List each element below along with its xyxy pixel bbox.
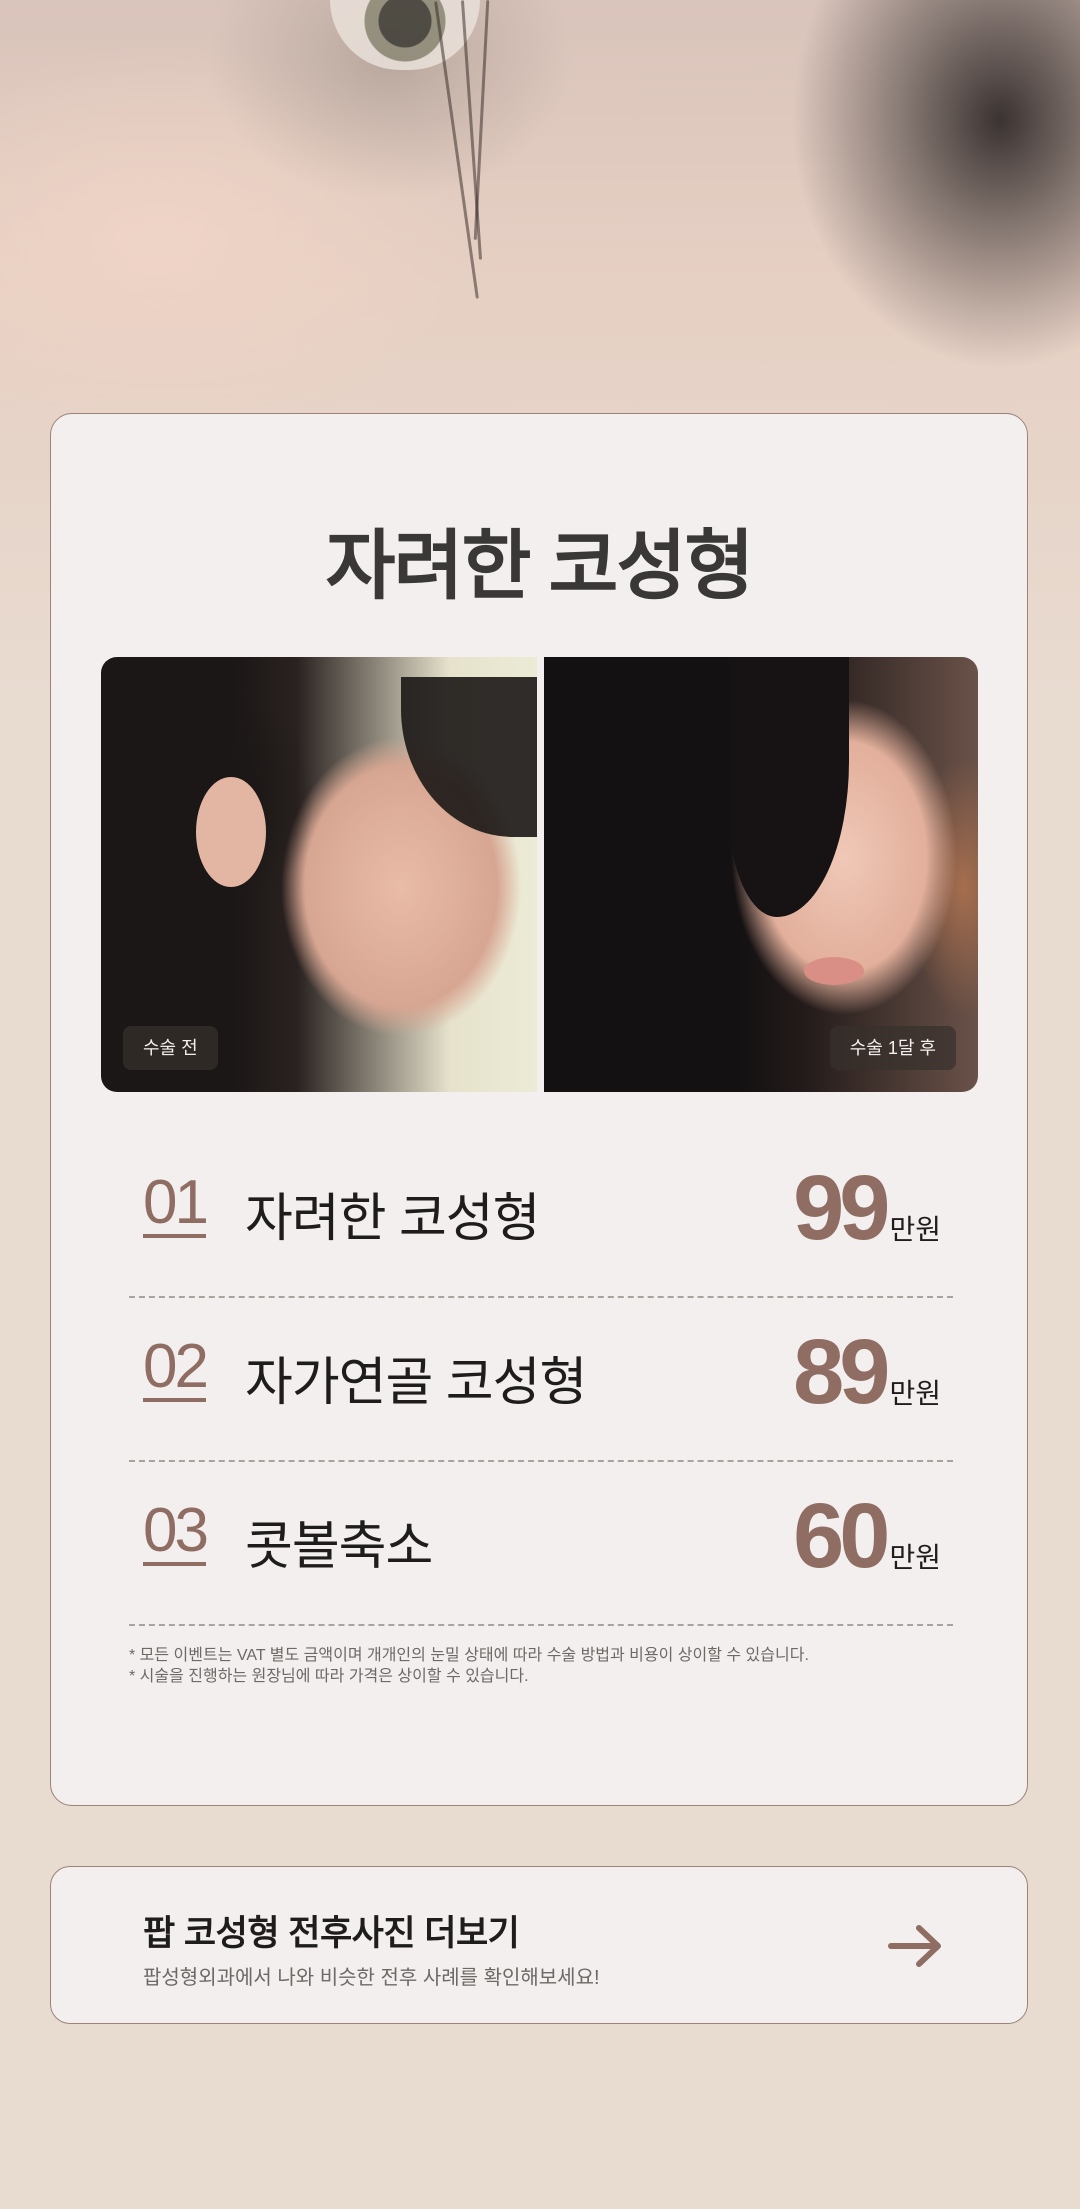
item-name: 자려한 코성형 <box>245 1190 540 1248</box>
disclaimer-notes: * 모든 이벤트는 VAT 별도 금액이며 개개인의 눈밀 상태에 따라 수술 … <box>129 1645 809 1687</box>
more-subtitle: 팝성형외과에서 나와 비슷한 전후 사례를 확인해보세요! <box>143 1967 600 1989</box>
item-price: 60 만원 <box>793 1484 941 1589</box>
disclaimer-line: * 시술을 진행하는 원장님에 따라 가격은 상이할 수 있습니다. <box>129 1668 529 1685</box>
before-photo: 수술 전 <box>101 657 537 1092</box>
event-title: 자려한 코성형 <box>325 524 755 609</box>
more-photos-link[interactable]: 팝 코성형 전후사진 더보기 팝성형외과에서 나와 비슷한 전후 사례를 확인해… <box>50 1866 1028 2024</box>
price-value: 89 <box>793 1321 890 1423</box>
price-unit: 만원 <box>889 1378 941 1409</box>
hero-eye-detail <box>330 0 480 70</box>
hair-shape <box>729 657 849 917</box>
more-title: 팝 코성형 전후사진 더보기 <box>143 1914 520 1953</box>
price-unit: 만원 <box>889 1542 941 1573</box>
item-name: 콧볼축소 <box>245 1518 433 1576</box>
hair-shape <box>401 677 537 837</box>
hero-hair-strand <box>473 0 490 240</box>
disclaimer-line: * 모든 이벤트는 VAT 별도 금액이며 개개인의 눈밀 상태에 따라 수술 … <box>129 1647 809 1664</box>
price-unit: 만원 <box>889 1214 941 1245</box>
ear-shape <box>196 777 266 887</box>
before-badge: 수술 전 <box>123 1026 218 1070</box>
item-number: 03 <box>143 1496 209 1566</box>
price-item[interactable]: 01 자려한 코성형 99 만원 <box>129 1134 953 1298</box>
item-number: 01 <box>143 1168 209 1238</box>
lips-shape <box>804 957 864 985</box>
item-price: 89 만원 <box>793 1320 941 1425</box>
before-after-photos: 수술 전 수술 1달 후 <box>101 657 978 1092</box>
price-item[interactable]: 02 자가연골 코성형 89 만원 <box>129 1298 953 1462</box>
item-name: 자가연골 코성형 <box>245 1354 587 1412</box>
item-number: 02 <box>143 1332 209 1402</box>
price-value: 60 <box>793 1485 890 1587</box>
item-price: 99 만원 <box>793 1156 941 1261</box>
price-value: 99 <box>793 1157 890 1259</box>
after-photo: 수술 1달 후 <box>544 657 978 1092</box>
event-card: 자려한 코성형 수술 전 수술 1달 후 01 자려한 코성형 99 만원 02 … <box>50 413 1028 1806</box>
price-list: 01 자려한 코성형 99 만원 02 자가연골 코성형 89 만원 03 콧볼축소… <box>129 1134 953 1626</box>
arrow-right-icon[interactable] <box>887 1917 945 1975</box>
price-item[interactable]: 03 콧볼축소 60 만원 <box>129 1462 953 1626</box>
after-badge: 수술 1달 후 <box>829 1026 956 1070</box>
